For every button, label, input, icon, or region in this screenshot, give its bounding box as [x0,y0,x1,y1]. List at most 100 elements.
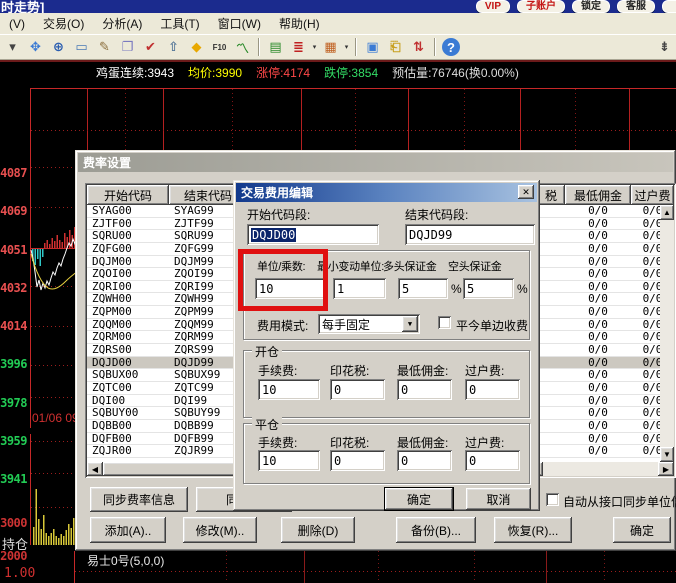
table-hscroll-right-icon[interactable]: ▶ [658,462,674,476]
sync-arrows-icon[interactable]: ⇅ [408,37,429,57]
table-vscroll-down-icon[interactable]: ▼ [660,447,674,462]
menu-item-1[interactable]: 交易(O) [34,13,93,34]
monitor-icon[interactable]: ▣ [362,37,383,57]
scale-label: 1.00 [4,566,35,581]
open-transfer-input[interactable]: 0 [465,379,520,400]
close-fee-input[interactable]: 10 [258,450,320,471]
titlebar-button-2[interactable]: 锁定 [572,0,610,13]
fee-cancel-button[interactable]: 取消 [466,488,531,510]
cascade-windows-icon[interactable]: ❐ [117,37,138,57]
end-code-input[interactable]: DQJD99 [405,224,535,245]
toolbar-separator-19 [434,38,436,56]
scroll-paper-icon[interactable]: ⎗ [385,37,406,57]
close-transfer-label: 过户费: [465,434,504,451]
chart-check-icon[interactable]: ✔ [140,37,161,57]
kline-chart-icon[interactable]: 〽 [232,37,253,57]
menu-item-4[interactable]: 窗口(W) [209,13,270,34]
red-list-dropdown-icon[interactable]: ▾ [310,37,319,57]
f10-info-icon[interactable]: F10 [209,37,230,57]
table-vscroll-track[interactable] [660,220,674,447]
cell-SYAG00-0: SYAG00 [87,205,169,218]
fee-dialog-title: 交易费用编辑 [241,184,313,201]
toolbar-separator-11 [258,38,260,56]
delete-button[interactable]: 删除(D) [281,517,355,543]
sync-rate-info-button[interactable]: 同步费率信息 [90,487,188,512]
pan-move-icon[interactable]: ✥ [25,37,46,57]
titlebar-button-3[interactable]: 客服 [617,0,655,13]
mini-chart-icon[interactable]: ▤ [265,37,286,57]
rate-ok-button[interactable]: 确定 [613,517,671,543]
table-hscroll-left-icon[interactable]: ◀ [87,462,103,476]
cell-DQFB00-0: DQFB00 [87,433,169,446]
fee-mode-select[interactable]: 每手固定 ▼ [318,314,420,334]
add-button[interactable]: 添加(A).. [90,517,166,543]
long-margin-value: 5 [402,282,409,296]
table-vscroll-up-icon[interactable]: ▲ [660,205,674,220]
price-tick-4014: 4014 [0,319,27,333]
start-code-label: 开始代码段: [247,206,310,223]
cell-ZQTC00-0: ZQTC00 [87,382,169,395]
open-tax-input[interactable]: 0 [330,379,385,400]
bottom-pane-lines [75,551,676,583]
menu-item-5[interactable]: 帮助(H) [270,13,329,34]
edit-note-icon[interactable]: ✎ [94,37,115,57]
end-code-label: 结束代码段: [405,206,468,223]
flat-today-checkbox[interactable] [438,316,451,329]
col-header-min-commission[interactable]: 最低佣金 [565,185,631,205]
short-margin-value: 5 [467,282,474,296]
toolbar-overflow-right-icon[interactable]: ⇟ [654,37,675,57]
status-segment-1: 均价:3990 [188,64,242,81]
open-fee-input[interactable]: 10 [258,379,320,400]
cell-DQBB00-3 [537,420,565,433]
help-icon[interactable]: ? [442,38,460,56]
open-min-comm-input[interactable]: 0 [397,379,452,400]
long-margin-percent: % [451,282,462,296]
fee-mode-dropdown-icon[interactable]: ▼ [402,316,418,332]
restore-button[interactable]: 恢复(R)... [494,517,572,543]
fee-ok-button[interactable]: 确定 [385,488,453,510]
price-tick-3978: 3978 [0,396,27,410]
titlebar-button-4[interactable] [662,0,676,13]
close-min-comm-input[interactable]: 0 [397,450,452,471]
zoom-in-icon[interactable]: ⊕ [48,37,69,57]
titlebar-button-1[interactable]: 子账户 [517,0,565,13]
red-list-icon[interactable]: ≣ [288,37,309,57]
auto-sync-checkbox[interactable] [546,493,559,506]
menu-item-3[interactable]: 工具(T) [151,13,208,34]
layout-dropdown-icon[interactable]: ▾ [342,37,351,57]
open-min-comm-label: 最低佣金: [397,362,448,379]
fee-dialog-titlebar[interactable]: 交易费用编辑 [236,183,537,202]
short-margin-input[interactable]: 5 [463,278,514,299]
menu-item-2[interactable]: 分析(A) [93,13,151,34]
cell-ZQQM00-4: 0/0 [565,319,631,332]
warning-icon[interactable]: ◆ [186,37,207,57]
cell-DQJM00-0: DQJM00 [87,256,169,269]
toolbar-overflow-left-icon[interactable]: ▾ [2,37,23,57]
col-header-tax[interactable]: 税 [537,185,565,205]
rate-dialog-titlebar[interactable]: 费率设置 [78,153,673,172]
min-move-input[interactable]: 1 [333,278,386,299]
layout-icon[interactable]: ▦ [320,37,341,57]
close-icon[interactable]: ✕ [518,185,534,199]
price-tick-4069: 4069 [0,204,27,218]
close-transfer-input[interactable]: 0 [465,450,520,471]
time-axis-label: 01/06 09 [32,411,79,425]
cell-ZQQM00-3 [537,319,565,332]
close-tax-input[interactable]: 0 [330,450,385,471]
col-header-transfer-fee[interactable]: 过户费 [631,185,674,205]
cell-ZQJR00-4: 0/0 [565,445,631,458]
titlebar-button-0[interactable]: VIP [476,0,510,13]
short-margin-percent: % [517,282,528,296]
modify-button[interactable]: 修改(M).. [183,517,257,543]
export-icon[interactable]: ⇧ [163,37,184,57]
price-tick-3996: 3996 [0,357,27,371]
open-transfer-value: 0 [469,383,476,397]
long-margin-input[interactable]: 5 [398,278,448,299]
menu-item-0[interactable]: (V) [0,13,34,34]
cell-ZQOI00-4: 0/0 [565,268,631,281]
start-code-input[interactable]: DQJD00 [247,224,379,245]
cell-ZQWH00-4: 0/0 [565,293,631,306]
col-header-start-code[interactable]: 开始代码 [87,185,169,205]
ruler-icon[interactable]: ▭ [71,37,92,57]
backup-button[interactable]: 备份(B)... [396,517,476,543]
